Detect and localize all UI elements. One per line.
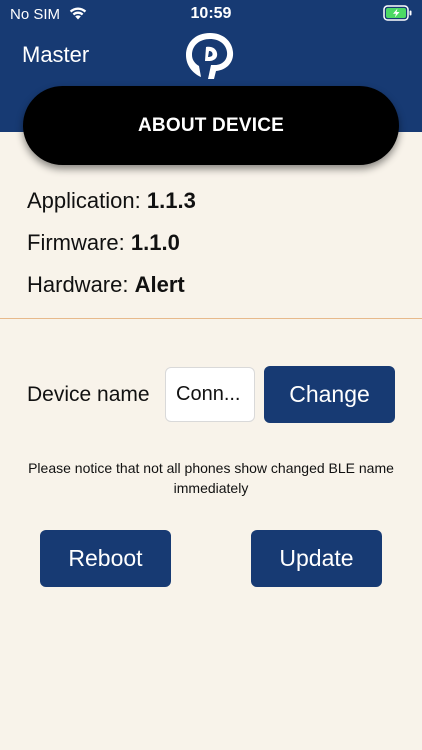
clock: 10:59 [190, 5, 232, 22]
back-button[interactable]: Master [22, 42, 89, 68]
hardware-label: Hardware: [27, 272, 129, 297]
section-divider [0, 318, 422, 319]
device-name-field[interactable]: Conn... [165, 367, 255, 422]
reboot-button[interactable]: Reboot [40, 530, 171, 587]
hardware-value: Alert [134, 272, 185, 297]
status-bar: No SIM 10:59 [0, 0, 422, 28]
firmware-version-value: 1.1.0 [130, 230, 180, 255]
page-title-text: ABOUT DEVICE [138, 114, 284, 136]
ble-notice-text: Please notice that not all phones show c… [28, 460, 394, 496]
firmware-version-row: Firmware: 1.1.0 [27, 230, 180, 256]
application-version-row: Application: 1.1.3 [27, 188, 196, 214]
brand-logo [183, 30, 237, 82]
change-button[interactable]: Change [264, 366, 395, 423]
device-name-label: Device name [27, 383, 150, 406]
update-button-label: Update [279, 545, 354, 571]
change-button-label: Change [289, 381, 370, 407]
battery-charging-icon [383, 5, 413, 25]
update-button[interactable]: Update [251, 530, 382, 587]
firmware-label: Firmware: [27, 230, 125, 255]
page-title: ABOUT DEVICE [23, 86, 399, 165]
hardware-row: Hardware: Alert [27, 272, 185, 298]
reboot-button-label: Reboot [68, 545, 143, 571]
application-label: Application: [27, 188, 141, 213]
application-version-value: 1.1.3 [146, 188, 196, 213]
